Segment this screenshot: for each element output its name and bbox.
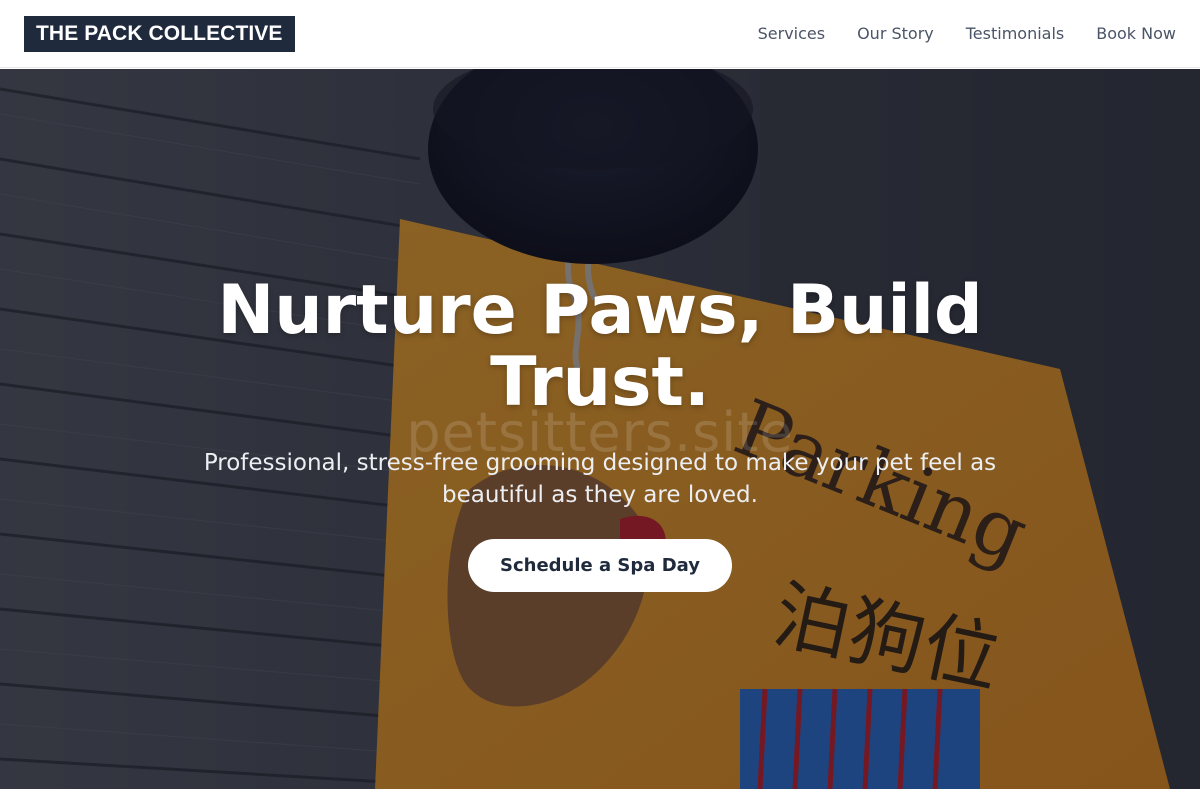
- nav-link-testimonials[interactable]: Testimonials: [966, 24, 1065, 43]
- nav-link-services[interactable]: Services: [758, 24, 825, 43]
- hero-title: Nurture Paws, Build Trust.: [217, 271, 983, 422]
- brand-logo[interactable]: THE PACK COLLECTIVE: [24, 15, 295, 52]
- main-nav: Services Our Story Testimonials Book Now: [758, 24, 1176, 43]
- nav-link-book-now[interactable]: Book Now: [1096, 24, 1176, 43]
- nav-link-our-story[interactable]: Our Story: [857, 24, 934, 43]
- hero-section: Parking 泊狗位 petsitters.site Nurture Paws…: [0, 69, 1200, 789]
- schedule-spa-day-button[interactable]: Schedule a Spa Day: [468, 539, 732, 592]
- hero-subtitle: Professional, stress-free grooming desig…: [203, 450, 997, 508]
- hero-content: Nurture Paws, Build Trust. Professional,…: [0, 275, 1200, 592]
- site-header: THE PACK COLLECTIVE Services Our Story T…: [0, 0, 1200, 68]
